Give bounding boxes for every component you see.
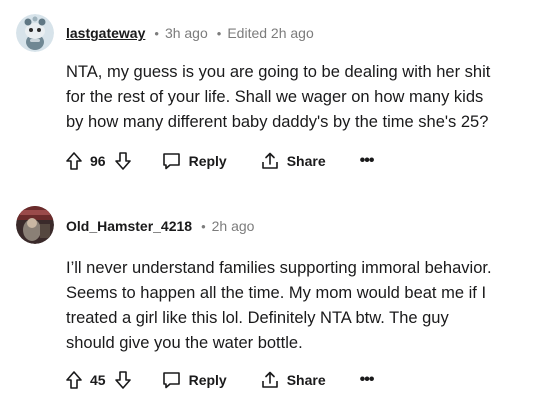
comment-line: NTA, my guess is you are going to be dea… [66,63,491,81]
share-button[interactable]: Share [261,371,326,389]
comment-bubble-icon [162,371,181,389]
share-icon [261,152,279,170]
comment-body: I’ll never understand families supportin… [66,256,542,356]
share-icon [261,371,279,389]
snoo-avatar-icon [16,14,54,52]
reply-label: Reply [188,372,227,388]
reply-label: Reply [188,153,227,169]
username-link[interactable]: Old_Hamster_4218 [66,218,192,234]
more-options-icon[interactable]: ••• [360,152,375,170]
vote-count: 45 [90,372,106,388]
comment-body: NTA, my guess is you are going to be dea… [66,60,542,135]
avatar[interactable] [16,14,54,52]
separator-dot: • [201,218,206,234]
comment-line: by how many different baby daddy's by th… [66,113,489,131]
avatar[interactable] [16,206,54,244]
comment-line: for the rest of your life. Shall we wage… [66,88,484,106]
downvote-icon[interactable] [114,152,131,170]
photo-avatar-icon [16,206,54,244]
comment-actions: 96 Reply Share ••• [66,149,375,173]
comment-actions: 45 Reply Share ••• [66,368,375,392]
comment-line: I’ll never understand families supportin… [66,259,492,277]
vote-count: 96 [90,153,106,169]
comment-bubble-icon [162,152,181,170]
comment-line: treated a girl like this lol. Definitely… [66,309,449,327]
share-button[interactable]: Share [261,152,326,170]
share-label: Share [286,372,326,388]
reply-button[interactable]: Reply [162,371,227,389]
timestamp[interactable]: 2h ago [212,218,255,234]
comment-line: should give you the water bottle. [66,334,303,352]
separator-dot: • [154,25,159,41]
timestamp[interactable]: 3h ago [165,25,208,41]
upvote-icon[interactable] [66,371,82,389]
more-options-icon[interactable]: ••• [360,371,375,389]
downvote-icon[interactable] [114,371,131,389]
username-link[interactable]: lastgateway [66,25,145,41]
comment-line: Seems to happen all the time. My mom wou… [66,284,487,302]
share-label: Share [286,153,326,169]
separator-dot: • [216,25,222,41]
reply-button[interactable]: Reply [162,152,227,170]
upvote-icon[interactable] [66,152,82,170]
edited-label: Edited 2h ago [227,25,314,41]
